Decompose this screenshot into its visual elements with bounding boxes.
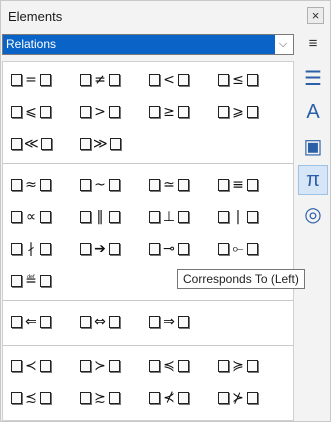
precedes-or-equal-button[interactable]: ≼ — [147, 350, 215, 382]
double-arrow-right-symbol: ⇒ — [163, 314, 175, 330]
is-orthogonal-button[interactable]: ⊥ — [147, 201, 215, 233]
divides-button[interactable]: | — [216, 201, 284, 233]
is-approximately-equal-button[interactable]: ≈ — [9, 169, 77, 201]
is-greater-or-equal-slant-button[interactable]: ⩾ — [216, 96, 284, 128]
is-less-or-equal-slant-symbol: ⩽ — [25, 104, 37, 120]
toward-symbol: ➔ — [94, 241, 106, 257]
succeeds-or-equal-button[interactable]: ≽ — [216, 350, 284, 382]
is-defined-as-button[interactable]: ≝ — [9, 265, 77, 297]
navigator-deck-icon[interactable]: ◎ — [298, 199, 328, 229]
close-button[interactable]: × — [307, 7, 324, 24]
corresponds-to-right-symbol: ⟜ — [232, 241, 244, 257]
toward-button[interactable]: ➔ — [78, 233, 146, 265]
chevron-down-icon[interactable]: ⌵ — [276, 37, 290, 51]
double-arrow-left-button[interactable]: ⇐ — [9, 306, 77, 338]
succeeds-button[interactable]: ≻ — [78, 350, 146, 382]
category-dropdown[interactable]: Relations ⌵ — [2, 34, 294, 55]
is-greater-or-equal-slant-symbol: ⩾ — [232, 104, 244, 120]
is-much-greater-than-button[interactable]: ≫ — [78, 128, 146, 160]
is-congruent-button[interactable]: ≡ — [216, 169, 284, 201]
is-equal-symbol: = — [25, 72, 37, 88]
gallery-deck-icon[interactable]: ▣ — [298, 131, 328, 161]
is-less-or-equal-slant-button[interactable]: ⩽ — [9, 96, 77, 128]
precedes-or-equivalent-button[interactable]: ≾ — [9, 382, 77, 414]
is-congruent-symbol: ≡ — [232, 177, 244, 193]
group-separator — [3, 345, 293, 346]
is-much-greater-than-symbol: ≫ — [93, 136, 108, 152]
element-group-1: = ≠ < ≤ ⩽ > ≥ ⩾ ≪ ≫ — [3, 64, 293, 160]
succeeds-or-equal-symbol: ≽ — [232, 358, 244, 374]
is-less-or-equal-symbol: ≤ — [232, 72, 244, 88]
is-greater-or-equal-button[interactable]: ≥ — [147, 96, 215, 128]
is-proportional-button[interactable]: ∝ — [9, 201, 77, 233]
titlebar: Elements × — [1, 1, 330, 31]
elements-grid-panel: = ≠ < ≤ ⩽ > ≥ ⩾ ≪ ≫ ≈ ~ ≃ ≡ ∝ ‖ ⊥ | ∤ ➔ ⊸ ⟜ ≝ ⇐ ⇔ ⇒ ≺ ≻ ≼ ≽ ≾ ≿ ⊀ ⊁ — [2, 61, 294, 421]
corresponds-to-left-button[interactable]: ⊸ — [147, 233, 215, 265]
elements-deck-icon[interactable]: π — [298, 165, 328, 195]
is-approximately-equal-symbol: ≈ — [25, 177, 37, 193]
is-less-or-equal-button[interactable]: ≤ — [216, 64, 284, 96]
not-precedes-symbol: ⊀ — [163, 390, 175, 406]
is-defined-as-symbol: ≝ — [25, 273, 37, 289]
is-much-less-than-symbol: ≪ — [24, 136, 39, 152]
is-less-than-symbol: < — [163, 72, 175, 88]
is-much-less-than-button[interactable]: ≪ — [9, 128, 77, 160]
precedes-or-equivalent-symbol: ≾ — [25, 390, 37, 406]
is-not-equal-button[interactable]: ≠ — [78, 64, 146, 96]
not-succeeds-button[interactable]: ⊁ — [216, 382, 284, 414]
properties-deck-icon[interactable]: ☰ — [298, 63, 328, 93]
element-group-3: ⇐ ⇔ ⇒ — [3, 306, 293, 338]
is-equal-button[interactable]: = — [9, 64, 77, 96]
double-arrow-left-symbol: ⇐ — [25, 314, 37, 330]
is-similar-or-equal-symbol: ≃ — [163, 177, 175, 193]
is-similar-or-equal-button[interactable]: ≃ — [147, 169, 215, 201]
element-group-4: ≺ ≻ ≼ ≽ ≾ ≿ ⊀ ⊁ — [3, 350, 293, 414]
corresponds-to-left-symbol: ⊸ — [163, 241, 175, 257]
corresponds-to-right-button[interactable]: ⟜ — [216, 233, 284, 265]
is-less-than-button[interactable]: < — [147, 64, 215, 96]
succeeds-symbol: ≻ — [94, 358, 106, 374]
not-precedes-button[interactable]: ⊀ — [147, 382, 215, 414]
is-greater-than-symbol: > — [94, 104, 106, 120]
styles-deck-icon[interactable]: A — [298, 97, 328, 127]
elements-panel: Elements × Relations ⌵ ≡ = ≠ < ≤ ⩽ > ≥ ⩾ ≪ ≫ ≈ ~ ≃ ≡ ∝… — [0, 0, 331, 422]
precedes-or-equal-symbol: ≼ — [163, 358, 175, 374]
hamburger-menu-icon[interactable]: ≡ — [303, 35, 323, 55]
succeeds-or-equivalent-symbol: ≿ — [94, 390, 106, 406]
double-arrow-left-right-symbol: ⇔ — [94, 314, 106, 330]
is-greater-than-button[interactable]: > — [78, 96, 146, 128]
tooltip: Corresponds To (Left) — [177, 269, 305, 289]
is-greater-or-equal-symbol: ≥ — [163, 104, 175, 120]
is-parallel-symbol: ‖ — [96, 209, 104, 225]
is-orthogonal-symbol: ⊥ — [162, 209, 176, 225]
does-not-divide-button[interactable]: ∤ — [9, 233, 77, 265]
group-separator — [3, 163, 293, 164]
is-parallel-button[interactable]: ‖ — [78, 201, 146, 233]
is-proportional-symbol: ∝ — [25, 209, 36, 225]
does-not-divide-symbol: ∤ — [27, 241, 35, 257]
double-arrow-left-right-button[interactable]: ⇔ — [78, 306, 146, 338]
panel-title: Elements — [8, 9, 63, 24]
category-selected: Relations — [3, 35, 275, 54]
succeeds-or-equivalent-button[interactable]: ≿ — [78, 382, 146, 414]
is-similar-button[interactable]: ~ — [78, 169, 146, 201]
is-not-equal-symbol: ≠ — [94, 72, 106, 88]
not-succeeds-symbol: ⊁ — [232, 390, 244, 406]
precedes-button[interactable]: ≺ — [9, 350, 77, 382]
is-similar-symbol: ~ — [94, 177, 106, 193]
double-arrow-right-button[interactable]: ⇒ — [147, 306, 215, 338]
divides-symbol: | — [235, 209, 241, 225]
group-separator — [3, 300, 293, 301]
precedes-symbol: ≺ — [25, 358, 37, 374]
